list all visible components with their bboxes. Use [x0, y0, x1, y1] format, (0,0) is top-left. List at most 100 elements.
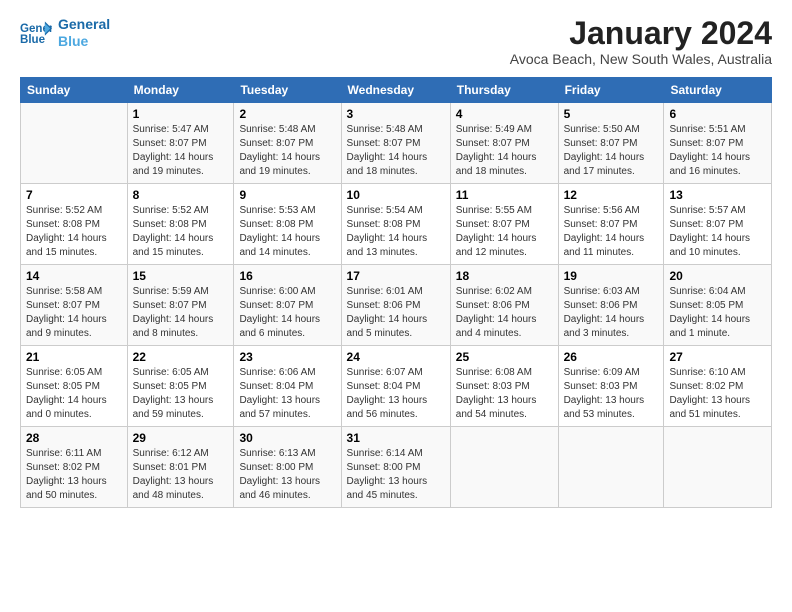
day-number: 23: [239, 350, 335, 364]
table-row: 12 Sunrise: 5:56 AM Sunset: 8:07 PM Dayli…: [558, 184, 664, 265]
day-info: Sunrise: 5:52 AM Sunset: 8:08 PM Dayligh…: [26, 205, 107, 258]
day-number: 21: [26, 350, 122, 364]
day-info: Sunrise: 6:05 AM Sunset: 8:05 PM Dayligh…: [26, 367, 107, 420]
calendar-title: January 2024: [510, 16, 772, 51]
day-info: Sunrise: 5:48 AM Sunset: 8:07 PM Dayligh…: [347, 124, 428, 177]
table-row: 4 Sunrise: 5:49 AM Sunset: 8:07 PM Daylig…: [450, 103, 558, 184]
day-number: 12: [564, 188, 659, 202]
day-info: Sunrise: 6:01 AM Sunset: 8:06 PM Dayligh…: [347, 286, 428, 339]
day-number: 3: [347, 107, 445, 121]
col-thursday: Thursday: [450, 78, 558, 103]
day-number: 30: [239, 431, 335, 445]
day-number: 27: [669, 350, 766, 364]
day-number: 5: [564, 107, 659, 121]
day-info: Sunrise: 6:06 AM Sunset: 8:04 PM Dayligh…: [239, 367, 320, 420]
col-saturday: Saturday: [664, 78, 772, 103]
day-info: Sunrise: 5:56 AM Sunset: 8:07 PM Dayligh…: [564, 205, 645, 258]
table-row: [450, 427, 558, 508]
day-number: 9: [239, 188, 335, 202]
logo: General Blue General Blue: [20, 16, 110, 50]
day-number: 19: [564, 269, 659, 283]
table-row: 10 Sunrise: 5:54 AM Sunset: 8:08 PM Dayli…: [341, 184, 450, 265]
day-number: 16: [239, 269, 335, 283]
day-info: Sunrise: 5:48 AM Sunset: 8:07 PM Dayligh…: [239, 124, 320, 177]
day-info: Sunrise: 5:49 AM Sunset: 8:07 PM Dayligh…: [456, 124, 537, 177]
table-row: 5Sunrise: 5:50 AM Sunset: 8:07 PM Daylig…: [558, 103, 664, 184]
logo-text-line1: General: [58, 16, 110, 33]
day-number: 25: [456, 350, 553, 364]
day-info: Sunrise: 6:09 AM Sunset: 8:03 PM Dayligh…: [564, 367, 645, 420]
day-info: Sunrise: 5:55 AM Sunset: 8:07 PM Dayligh…: [456, 205, 537, 258]
table-row: 18Sunrise: 6:02 AM Sunset: 8:06 PM Dayli…: [450, 265, 558, 346]
table-row: 6 Sunrise: 5:51 AM Sunset: 8:07 PM Daylig…: [664, 103, 772, 184]
table-row: 24 Sunrise: 6:07 AM Sunset: 8:04 PM Dayli…: [341, 346, 450, 427]
table-row: [664, 427, 772, 508]
day-info: Sunrise: 6:00 AM Sunset: 8:07 PM Dayligh…: [239, 286, 320, 339]
day-info: Sunrise: 6:04 AM Sunset: 8:05 PM Dayligh…: [669, 286, 750, 339]
logo-icon: General Blue: [20, 19, 52, 47]
calendar-week-row: 21 Sunrise: 6:05 AM Sunset: 8:05 PM Dayli…: [21, 346, 772, 427]
day-number: 1: [133, 107, 229, 121]
table-row: 30Sunrise: 6:13 AM Sunset: 8:00 PM Dayli…: [234, 427, 341, 508]
day-info: Sunrise: 5:47 AM Sunset: 8:07 PM Dayligh…: [133, 124, 214, 177]
table-row: 17 Sunrise: 6:01 AM Sunset: 8:06 PM Dayli…: [341, 265, 450, 346]
calendar-week-row: 14 Sunrise: 5:58 AM Sunset: 8:07 PM Dayli…: [21, 265, 772, 346]
calendar-table: Sunday Monday Tuesday Wednesday Thursday…: [20, 77, 772, 508]
day-info: Sunrise: 5:52 AM Sunset: 8:08 PM Dayligh…: [133, 205, 214, 258]
table-row: 7 Sunrise: 5:52 AM Sunset: 8:08 PM Daylig…: [21, 184, 128, 265]
table-row: 20Sunrise: 6:04 AM Sunset: 8:05 PM Dayli…: [664, 265, 772, 346]
table-row: 13Sunrise: 5:57 AM Sunset: 8:07 PM Dayli…: [664, 184, 772, 265]
day-info: Sunrise: 5:59 AM Sunset: 8:07 PM Dayligh…: [133, 286, 214, 339]
col-wednesday: Wednesday: [341, 78, 450, 103]
day-info: Sunrise: 6:11 AM Sunset: 8:02 PM Dayligh…: [26, 448, 107, 501]
table-row: 19 Sunrise: 6:03 AM Sunset: 8:06 PM Dayli…: [558, 265, 664, 346]
day-info: Sunrise: 5:58 AM Sunset: 8:07 PM Dayligh…: [26, 286, 107, 339]
table-row: 26Sunrise: 6:09 AM Sunset: 8:03 PM Dayli…: [558, 346, 664, 427]
day-number: 4: [456, 107, 553, 121]
col-sunday: Sunday: [21, 78, 128, 103]
table-row: 8 Sunrise: 5:52 AM Sunset: 8:08 PM Daylig…: [127, 184, 234, 265]
table-row: 31 Sunrise: 6:14 AM Sunset: 8:00 PM Dayli…: [341, 427, 450, 508]
day-number: 18: [456, 269, 553, 283]
col-friday: Friday: [558, 78, 664, 103]
day-info: Sunrise: 6:03 AM Sunset: 8:06 PM Dayligh…: [564, 286, 645, 339]
day-info: Sunrise: 5:51 AM Sunset: 8:07 PM Dayligh…: [669, 124, 750, 177]
day-info: Sunrise: 5:57 AM Sunset: 8:07 PM Dayligh…: [669, 205, 750, 258]
day-number: 10: [347, 188, 445, 202]
table-row: 15Sunrise: 5:59 AM Sunset: 8:07 PM Dayli…: [127, 265, 234, 346]
day-number: 6: [669, 107, 766, 121]
day-number: 14: [26, 269, 122, 283]
svg-text:Blue: Blue: [20, 34, 46, 46]
table-row: 27 Sunrise: 6:10 AM Sunset: 8:02 PM Dayli…: [664, 346, 772, 427]
table-row: [21, 103, 128, 184]
table-row: 28 Sunrise: 6:11 AM Sunset: 8:02 PM Dayli…: [21, 427, 128, 508]
day-info: Sunrise: 6:14 AM Sunset: 8:00 PM Dayligh…: [347, 448, 428, 501]
table-row: 9Sunrise: 5:53 AM Sunset: 8:08 PM Daylig…: [234, 184, 341, 265]
day-info: Sunrise: 6:10 AM Sunset: 8:02 PM Dayligh…: [669, 367, 750, 420]
page-header: General Blue General Blue January 2024 A…: [20, 16, 772, 67]
day-number: 7: [26, 188, 122, 202]
day-info: Sunrise: 5:54 AM Sunset: 8:08 PM Dayligh…: [347, 205, 428, 258]
col-tuesday: Tuesday: [234, 78, 341, 103]
day-number: 8: [133, 188, 229, 202]
day-number: 24: [347, 350, 445, 364]
table-row: 1 Sunrise: 5:47 AM Sunset: 8:07 PM Daylig…: [127, 103, 234, 184]
calendar-week-row: 7 Sunrise: 5:52 AM Sunset: 8:08 PM Daylig…: [21, 184, 772, 265]
table-row: 14 Sunrise: 5:58 AM Sunset: 8:07 PM Dayli…: [21, 265, 128, 346]
table-row: 23 Sunrise: 6:06 AM Sunset: 8:04 PM Dayli…: [234, 346, 341, 427]
table-row: 16 Sunrise: 6:00 AM Sunset: 8:07 PM Dayli…: [234, 265, 341, 346]
table-row: 29 Sunrise: 6:12 AM Sunset: 8:01 PM Dayli…: [127, 427, 234, 508]
day-info: Sunrise: 6:12 AM Sunset: 8:01 PM Dayligh…: [133, 448, 214, 501]
table-row: [558, 427, 664, 508]
day-number: 31: [347, 431, 445, 445]
day-number: 17: [347, 269, 445, 283]
day-number: 28: [26, 431, 122, 445]
table-row: 11Sunrise: 5:55 AM Sunset: 8:07 PM Dayli…: [450, 184, 558, 265]
day-number: 29: [133, 431, 229, 445]
table-row: 3 Sunrise: 5:48 AM Sunset: 8:07 PM Daylig…: [341, 103, 450, 184]
calendar-week-row: 28 Sunrise: 6:11 AM Sunset: 8:02 PM Dayli…: [21, 427, 772, 508]
day-number: 22: [133, 350, 229, 364]
day-info: Sunrise: 6:07 AM Sunset: 8:04 PM Dayligh…: [347, 367, 428, 420]
calendar-week-row: 1 Sunrise: 5:47 AM Sunset: 8:07 PM Daylig…: [21, 103, 772, 184]
table-row: 21 Sunrise: 6:05 AM Sunset: 8:05 PM Dayli…: [21, 346, 128, 427]
